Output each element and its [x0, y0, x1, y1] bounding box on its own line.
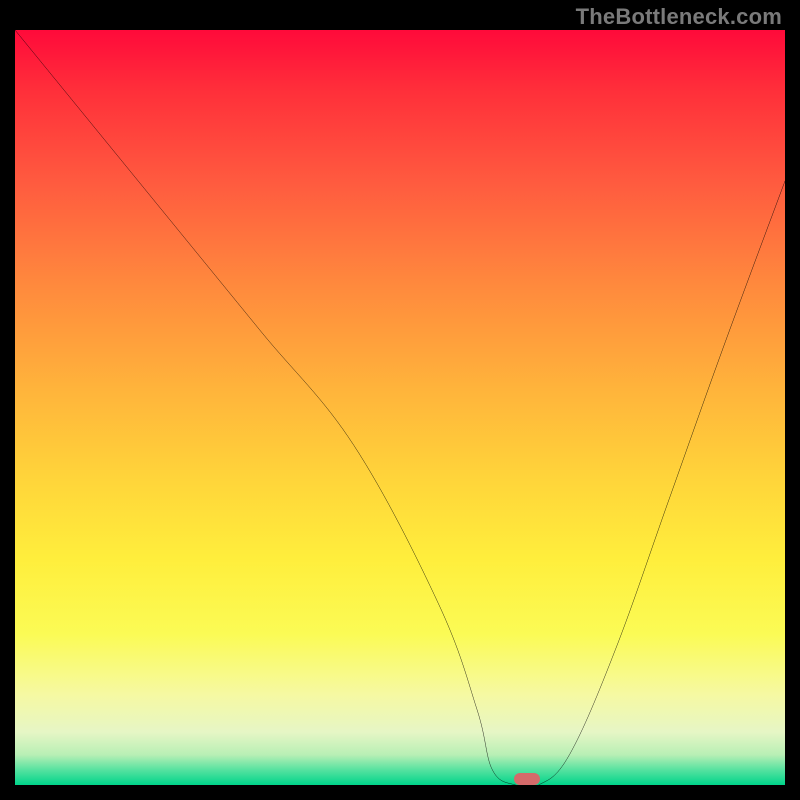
bottleneck-curve-path	[15, 30, 785, 785]
curve-svg	[15, 30, 785, 785]
chart-frame: TheBottleneck.com	[0, 0, 800, 800]
optimal-marker	[514, 773, 540, 785]
plot-area	[15, 30, 785, 785]
watermark-text: TheBottleneck.com	[576, 4, 782, 30]
